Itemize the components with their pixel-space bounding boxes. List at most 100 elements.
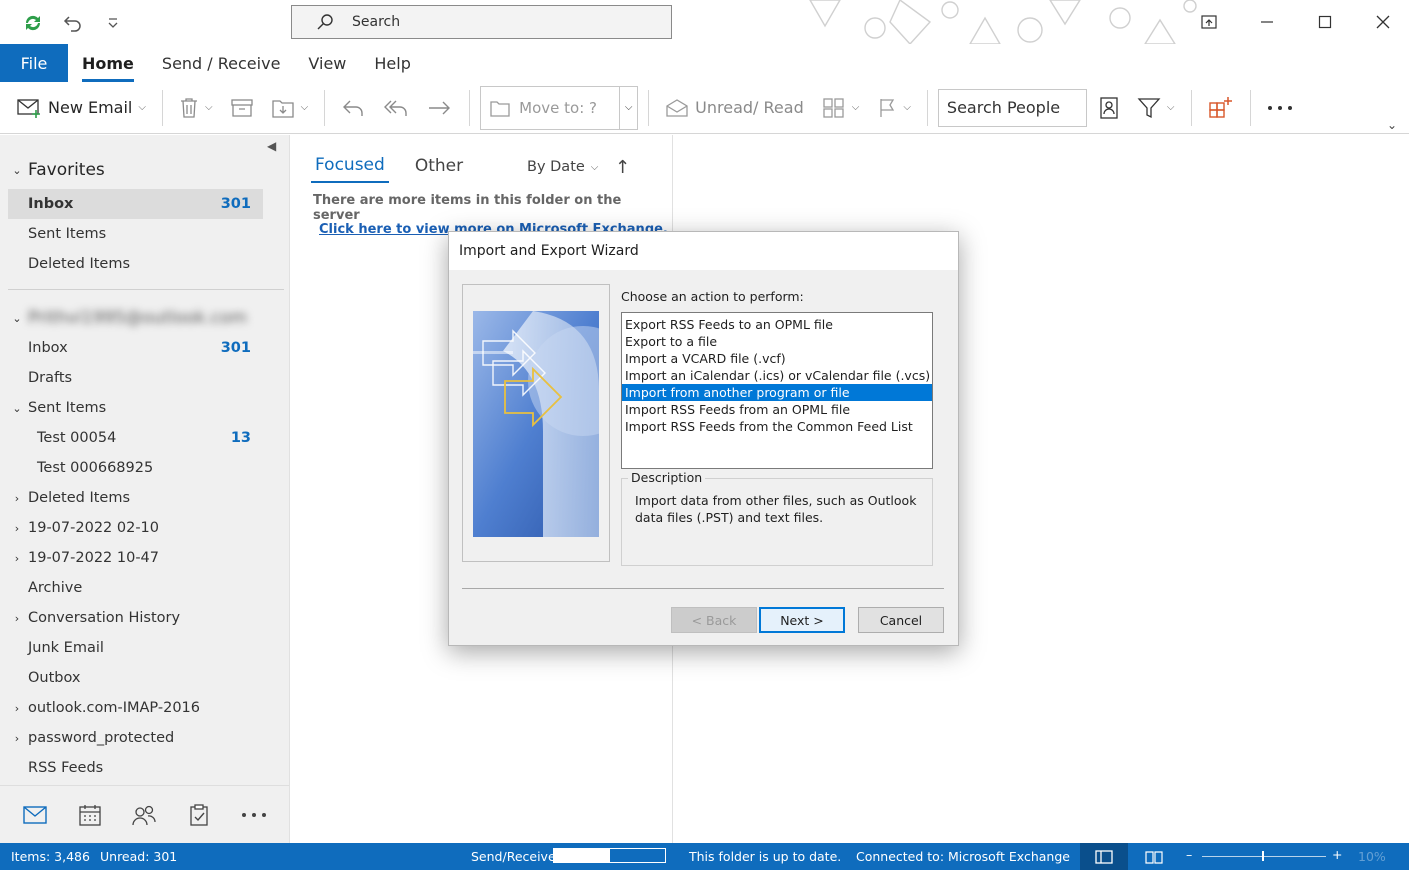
import-export-wizard-dialog: Import and Export Wizard Choose an actio… [448, 231, 959, 646]
folder-junk-email[interactable]: Junk Email [8, 633, 263, 663]
action-list[interactable]: Export RSS Feeds to an OPML file Export … [621, 312, 933, 469]
zoom-slider[interactable] [1202, 856, 1326, 857]
folder-conversation-history[interactable]: › Conversation History [8, 603, 263, 633]
addins-group [1196, 88, 1246, 128]
chevron-down-icon[interactable]: ⌵ [205, 102, 213, 113]
tab-file[interactable]: File [0, 44, 68, 82]
chevron-right-icon[interactable]: › [10, 612, 24, 625]
tab-other[interactable]: Other [411, 156, 467, 182]
sort-direction-icon[interactable]: ↑ [615, 157, 630, 178]
new-email-button[interactable]: New Email ⌵ [10, 92, 152, 124]
favorite-deleted-items[interactable]: Deleted Items [8, 249, 263, 279]
folder-rss-feeds[interactable]: RSS Feeds [8, 753, 263, 783]
sync-icon[interactable] [20, 10, 46, 36]
folder-test-000668925[interactable]: Test 000668925 [8, 453, 263, 483]
cancel-button[interactable]: Cancel [858, 607, 944, 633]
calendar-icon[interactable] [73, 798, 107, 832]
favorite-sent-items[interactable]: Sent Items [8, 219, 263, 249]
next-button[interactable]: Next > [759, 607, 845, 633]
address-book-button[interactable] [1093, 92, 1125, 124]
maximize-icon[interactable] [1311, 8, 1339, 36]
folder-sent-items[interactable]: ⌄ Sent Items [8, 393, 263, 423]
close-icon[interactable] [1369, 8, 1397, 36]
chevron-down-icon[interactable]: ⌵ [1167, 102, 1175, 113]
folder-pane: ◀ ⌄ Favorites Inbox 301 Sent Items Delet… [0, 135, 290, 785]
chevron-right-icon[interactable]: › [10, 492, 24, 505]
chevron-down-icon[interactable]: ⌵ [138, 102, 146, 113]
ribbon-display-icon[interactable] [1195, 8, 1223, 36]
chevron-right-icon[interactable]: › [10, 732, 24, 745]
chevron-down-icon[interactable]: ⌵ [619, 86, 637, 129]
forward-button[interactable] [421, 92, 459, 124]
folder-drafts[interactable]: Drafts [8, 363, 263, 393]
mail-icon[interactable] [18, 798, 52, 832]
reply-button[interactable] [335, 92, 371, 124]
filter-email-button[interactable]: ⌵ [1131, 92, 1181, 124]
tab-send-receive[interactable]: Send / Receive [148, 44, 295, 82]
folder-outbox[interactable]: Outbox [8, 663, 263, 693]
minimize-icon[interactable] [1253, 8, 1281, 36]
more-apps-icon[interactable] [237, 798, 271, 832]
folder-test-00054[interactable]: Test 00054 13 [8, 423, 263, 453]
tab-help[interactable]: Help [360, 44, 424, 82]
move-button[interactable]: ⌵ [265, 92, 315, 124]
chevron-right-icon[interactable]: › [10, 702, 24, 715]
people-icon[interactable] [127, 798, 161, 832]
option-import-from-program[interactable]: Import from another program or file [622, 384, 932, 401]
chevron-right-icon[interactable]: › [10, 552, 24, 565]
search-box[interactable]: Search [291, 5, 672, 39]
zoom-in-icon[interactable]: + [1332, 847, 1342, 862]
customize-toolbar-icon[interactable] [100, 10, 126, 36]
undo-icon[interactable] [60, 10, 86, 36]
chevron-down-icon[interactable]: ⌵ [903, 102, 911, 113]
tab-focused[interactable]: Focused [311, 155, 389, 183]
reply-all-button[interactable] [377, 92, 415, 124]
tags-group: Unread/ Read ⌵ ⌵ [653, 88, 923, 128]
folder-deleted-items[interactable]: › Deleted Items [8, 483, 263, 513]
option-export-to-file[interactable]: Export to a file [622, 333, 932, 350]
zoom-out-icon[interactable]: – [1186, 847, 1192, 862]
open-envelope-icon [666, 98, 688, 117]
folder-date-2[interactable]: › 19-07-2022 10-47 [8, 543, 263, 573]
delete-button[interactable]: ⌵ [173, 92, 219, 124]
favorites-header[interactable]: ⌄ Favorites [10, 155, 280, 185]
zoom-level[interactable]: 10% [1358, 849, 1386, 864]
reading-view-icon[interactable] [1130, 843, 1178, 870]
normal-view-icon[interactable] [1080, 843, 1128, 870]
chevron-right-icon[interactable]: › [10, 522, 24, 535]
sort-by-date[interactable]: By Date ⌵ [527, 159, 598, 175]
archive-button[interactable] [225, 92, 259, 124]
folder-date-1[interactable]: › 19-07-2022 02-10 [8, 513, 263, 543]
option-import-icalendar[interactable]: Import an iCalendar (.ics) or vCalendar … [622, 367, 932, 384]
ribbon-expand-icon[interactable]: ⌄ [1387, 118, 1397, 132]
favorite-inbox[interactable]: Inbox 301 [8, 189, 263, 219]
chevron-down-icon[interactable]: ⌵ [852, 102, 860, 113]
more-commands-button[interactable] [1261, 92, 1299, 124]
option-export-rss-opml[interactable]: Export RSS Feeds to an OPML file [622, 316, 932, 333]
categorize-button[interactable]: ⌵ [816, 92, 866, 124]
tab-view[interactable]: View [294, 44, 360, 82]
folder-imap[interactable]: › outlook.com-IMAP-2016 [8, 693, 263, 723]
option-import-vcard[interactable]: Import a VCARD file (.vcf) [622, 350, 932, 367]
collapse-pane-icon[interactable]: ◀ [267, 139, 276, 153]
folder-archive[interactable]: Archive [8, 573, 263, 603]
search-placeholder: Search [352, 14, 401, 30]
respond-group [329, 88, 465, 128]
folder-password-protected[interactable]: › password_protected [8, 723, 263, 753]
chevron-down-icon[interactable]: ⌄ [10, 402, 24, 415]
zoom-slider-thumb[interactable] [1262, 851, 1264, 861]
tab-home[interactable]: Home [68, 44, 148, 82]
unread-read-button[interactable]: Unread/ Read [659, 92, 810, 124]
option-import-rss-common-feed[interactable]: Import RSS Feeds from the Common Feed Li… [622, 418, 932, 435]
search-people-input[interactable]: Search People [937, 88, 1087, 127]
follow-up-button[interactable]: ⌵ [871, 92, 917, 124]
back-button[interactable]: < Back [671, 607, 757, 633]
account-header[interactable]: ⌄ Prithvi1995@outlook.com [10, 303, 280, 333]
option-import-rss-opml[interactable]: Import RSS Feeds from an OPML file [622, 401, 932, 418]
folder-inbox[interactable]: Inbox 301 [8, 333, 263, 363]
chevron-down-icon: ⌵ [590, 161, 599, 173]
get-addins-button[interactable] [1202, 92, 1240, 124]
tasks-icon[interactable] [182, 798, 216, 832]
move-to-combo[interactable]: Move to: ? ⌵ [480, 85, 639, 130]
chevron-down-icon[interactable]: ⌵ [301, 102, 309, 113]
